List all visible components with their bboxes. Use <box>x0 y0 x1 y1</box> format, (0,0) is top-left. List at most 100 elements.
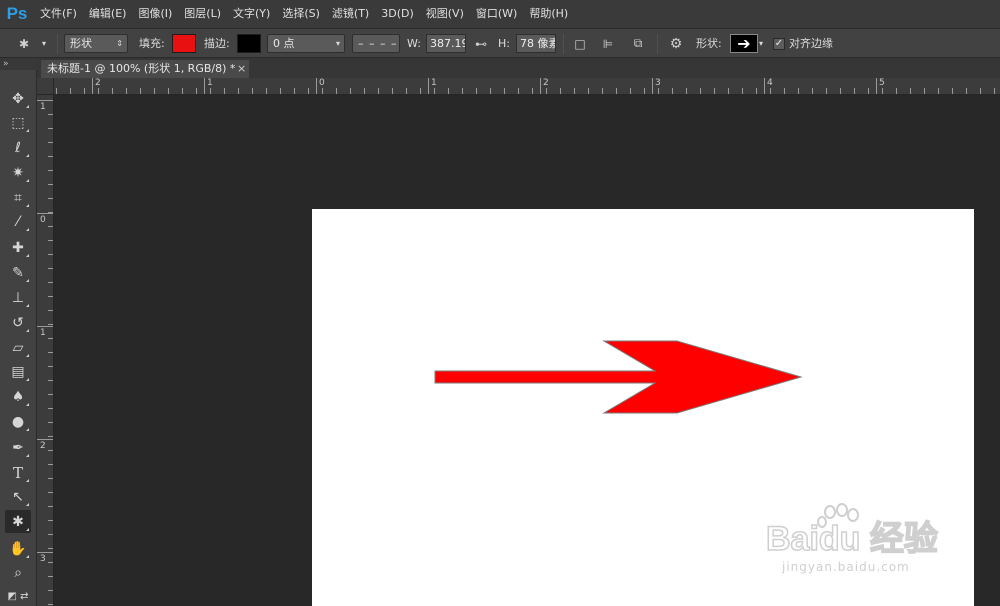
document-workspace: Baidu 经验 jingyan.baidu.com <box>54 95 1000 606</box>
menu-item[interactable]: 帮助(H) <box>523 0 574 28</box>
history-brush-tool-icon[interactable]: ↺ <box>5 311 31 334</box>
align-edges-checkbox[interactable]: ✓ <box>773 38 785 50</box>
clone-stamp-tool-icon[interactable]: ⊥ <box>5 286 31 309</box>
hand-tool-icon[interactable]: ✋ <box>5 537 31 560</box>
ruler-tick <box>84 88 85 94</box>
ruler-major-tick <box>540 78 541 94</box>
width-label: W: <box>407 37 421 50</box>
ruler-tick <box>994 88 995 94</box>
ruler-tick <box>826 88 827 94</box>
options-bar: ✱ ▾ 形状 ⇕ 填充: 描边: 0 点 ▾ – – – – W: 387.19… <box>0 28 1000 58</box>
path-operations-icon[interactable]: □ <box>570 34 590 53</box>
ruler-tick <box>896 88 897 94</box>
custom-shape-tool-icon[interactable]: ✱ <box>5 510 31 533</box>
arrow-shape-icon: ➔ <box>737 34 751 53</box>
ruler-tick <box>616 88 617 94</box>
gear-icon[interactable]: ⚙ <box>666 34 686 53</box>
marquee-tool-icon[interactable]: ⬚ <box>5 111 31 134</box>
type-tool-icon[interactable]: T <box>5 461 31 484</box>
link-icon[interactable]: ⊷ <box>471 34 491 53</box>
stroke-type-dropdown[interactable]: – – – – <box>352 34 400 53</box>
ruler-major-tick <box>37 326 53 327</box>
ruler-tick <box>714 88 715 94</box>
blur-tool-icon[interactable]: ♠ <box>5 385 31 408</box>
tool-mode-dropdown[interactable]: 形状 ⇕ <box>64 34 128 53</box>
pen-tool-icon[interactable]: ✒ <box>5 436 31 459</box>
menu-item[interactable]: 窗口(W) <box>470 0 523 28</box>
lasso-tool-icon[interactable]: ℓ <box>5 136 31 159</box>
ruler-major-tick <box>876 78 877 94</box>
shape-picker-chevron-down-icon[interactable]: ▾ <box>759 34 763 53</box>
tool-preset-chevron-down-icon[interactable]: ▾ <box>42 34 46 53</box>
custom-shape-tool-preset-icon[interactable]: ✱ <box>14 34 34 53</box>
ruler-tick <box>126 88 127 94</box>
ruler-label: 4 <box>767 78 773 88</box>
path-arrangement-icon[interactable]: ⧉ <box>628 34 648 53</box>
ruler-origin[interactable] <box>37 78 54 95</box>
menu-item[interactable]: 选择(S) <box>276 0 326 28</box>
stroke-width-field[interactable]: 0 点 ▾ <box>267 34 345 53</box>
path-alignment-icon[interactable]: ⊫ <box>598 34 618 53</box>
ruler-tick <box>644 88 645 94</box>
ruler-tick <box>294 88 295 94</box>
healing-brush-tool-icon[interactable]: ✚ <box>5 236 31 259</box>
path-selection-tool-icon[interactable]: ↖ <box>5 485 31 508</box>
ruler-tick <box>266 88 267 94</box>
ruler-tick <box>798 88 799 94</box>
document-tab[interactable]: 未标题-1 @ 100% (形状 1, RGB/8) * × <box>41 60 249 78</box>
move-tool-icon[interactable]: ✥ <box>5 87 31 110</box>
dodge-tool-icon[interactable]: ● <box>5 410 31 433</box>
zoom-tool-icon[interactable]: ⌕ <box>5 561 31 584</box>
ruler-major-tick <box>37 439 53 440</box>
tool-mode-value: 形状 <box>70 37 92 50</box>
shape-picker[interactable]: ➔ <box>730 34 758 53</box>
fill-color-swatch[interactable] <box>172 34 196 53</box>
ruler-tick <box>938 88 939 94</box>
ruler-tick <box>532 88 533 94</box>
menu-item[interactable]: 文字(Y) <box>227 0 276 28</box>
horizontal-ruler[interactable]: 2 1 0 1 2 3 4 5 <box>54 78 1000 95</box>
vertical-ruler[interactable]: 1 0 1 2 3 <box>37 95 54 606</box>
menu-item[interactable]: 图层(L) <box>178 0 227 28</box>
ruler-tick <box>238 88 239 94</box>
menu-item[interactable]: 文件(F) <box>34 0 83 28</box>
menu-item[interactable]: 3D(D) <box>375 0 420 28</box>
ruler-tick <box>112 88 113 94</box>
ruler-tick <box>784 88 785 94</box>
ruler-tick <box>196 88 197 94</box>
arrow-shape-path[interactable] <box>434 340 803 414</box>
menu-item[interactable]: 编辑(E) <box>83 0 133 28</box>
ruler-label: 5 <box>879 78 885 88</box>
crop-tool-icon[interactable]: ⌗ <box>5 186 31 209</box>
close-icon[interactable]: × <box>237 60 246 78</box>
stroke-color-swatch[interactable] <box>237 34 261 53</box>
ruler-tick <box>378 88 379 94</box>
stroke-width-value: 0 点 <box>273 37 295 50</box>
shape-label: 形状: <box>696 37 722 50</box>
menu-item[interactable]: 视图(V) <box>420 0 470 28</box>
color-swatches-icon[interactable]: ◩ ⇄ <box>5 585 31 606</box>
width-field[interactable]: 387.19 <box>426 34 466 53</box>
ruler-tick <box>420 88 421 94</box>
ruler-major-tick <box>204 78 205 94</box>
eraser-tool-icon[interactable]: ▱ <box>5 336 31 359</box>
ruler-tick <box>476 88 477 94</box>
ruler-tick <box>490 88 491 94</box>
ruler-tick <box>980 88 981 94</box>
ruler-major-tick <box>764 78 765 94</box>
panel-collapse-icon[interactable]: » <box>0 58 37 70</box>
ruler-label: 1 <box>431 78 437 88</box>
menu-item[interactable]: 图像(I) <box>132 0 178 28</box>
gradient-tool-icon[interactable]: ▤ <box>5 360 31 383</box>
magic-wand-tool-icon[interactable]: ✷ <box>5 161 31 184</box>
divider <box>657 34 658 54</box>
eyedropper-tool-icon[interactable]: ⁄ <box>5 210 31 233</box>
ruler-tick <box>952 88 953 94</box>
height-field[interactable]: 78 像素 <box>516 34 556 53</box>
ruler-tick <box>686 88 687 94</box>
ruler-tick <box>672 88 673 94</box>
ruler-tick <box>140 88 141 94</box>
ruler-tick <box>70 88 71 94</box>
brush-tool-icon[interactable]: ✎ <box>5 261 31 284</box>
menu-item[interactable]: 滤镜(T) <box>326 0 375 28</box>
